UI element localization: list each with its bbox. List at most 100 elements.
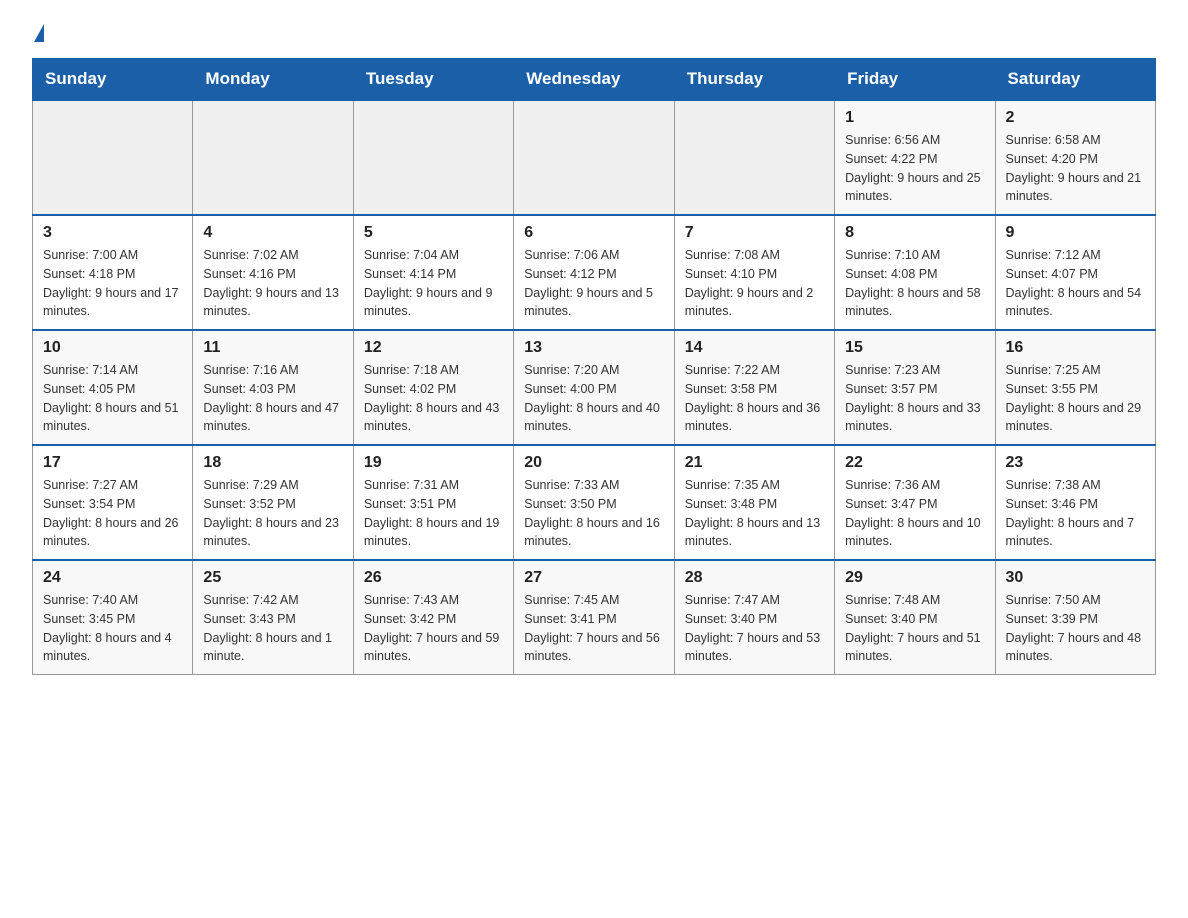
calendar-cell [353, 100, 513, 215]
day-number: 28 [685, 569, 824, 587]
calendar-cell: 29 Sunrise: 7:48 AMSunset: 3:40 PMDayligh… [835, 560, 995, 675]
calendar-week-row: 24 Sunrise: 7:40 AMSunset: 3:45 PMDayligh… [33, 560, 1156, 675]
day-info: Sunrise: 7:48 AMSunset: 3:40 PMDaylight:… [845, 591, 984, 666]
weekday-header-monday: Monday [193, 59, 353, 101]
day-info: Sunrise: 7:08 AMSunset: 4:10 PMDaylight:… [685, 246, 824, 321]
day-info: Sunrise: 7:47 AMSunset: 3:40 PMDaylight:… [685, 591, 824, 666]
weekday-header-row: SundayMondayTuesdayWednesdayThursdayFrid… [33, 59, 1156, 101]
day-number: 26 [364, 569, 503, 587]
calendar-week-row: 17 Sunrise: 7:27 AMSunset: 3:54 PMDayligh… [33, 445, 1156, 560]
calendar-cell: 16 Sunrise: 7:25 AMSunset: 3:55 PMDayligh… [995, 330, 1155, 445]
page-header [32, 24, 1156, 42]
day-info: Sunrise: 7:22 AMSunset: 3:58 PMDaylight:… [685, 361, 824, 436]
calendar-cell: 22Sunrise: 7:36 AMSunset: 3:47 PMDayligh… [835, 445, 995, 560]
calendar-cell: 9 Sunrise: 7:12 AMSunset: 4:07 PMDaylight… [995, 215, 1155, 330]
day-info: Sunrise: 7:50 AMSunset: 3:39 PMDaylight:… [1006, 591, 1145, 666]
calendar-cell: 19 Sunrise: 7:31 AMSunset: 3:51 PMDayligh… [353, 445, 513, 560]
day-info: Sunrise: 7:31 AMSunset: 3:51 PMDaylight:… [364, 476, 503, 551]
day-info: Sunrise: 7:12 AMSunset: 4:07 PMDaylight:… [1006, 246, 1145, 321]
day-info: Sunrise: 7:00 AMSunset: 4:18 PMDaylight:… [43, 246, 182, 321]
day-info: Sunrise: 7:43 AMSunset: 3:42 PMDaylight:… [364, 591, 503, 666]
day-number: 6 [524, 224, 663, 242]
day-number: 4 [203, 224, 342, 242]
calendar-cell [674, 100, 834, 215]
weekday-header-saturday: Saturday [995, 59, 1155, 101]
calendar-cell [514, 100, 674, 215]
day-number: 30 [1006, 569, 1145, 587]
day-number: 15 [845, 339, 984, 357]
day-info: Sunrise: 7:18 AMSunset: 4:02 PMDaylight:… [364, 361, 503, 436]
day-number: 1 [845, 109, 984, 127]
day-number: 25 [203, 569, 342, 587]
calendar-cell: 11 Sunrise: 7:16 AMSunset: 4:03 PMDayligh… [193, 330, 353, 445]
calendar-week-row: 1 Sunrise: 6:56 AMSunset: 4:22 PMDaylight… [33, 100, 1156, 215]
day-info: Sunrise: 7:14 AMSunset: 4:05 PMDaylight:… [43, 361, 182, 436]
logo [32, 24, 44, 42]
calendar-table: SundayMondayTuesdayWednesdayThursdayFrid… [32, 58, 1156, 675]
calendar-cell: 25Sunrise: 7:42 AMSunset: 3:43 PMDayligh… [193, 560, 353, 675]
calendar-cell: 30 Sunrise: 7:50 AMSunset: 3:39 PMDayligh… [995, 560, 1155, 675]
day-number: 22 [845, 454, 984, 472]
calendar-cell: 24 Sunrise: 7:40 AMSunset: 3:45 PMDayligh… [33, 560, 193, 675]
weekday-header-sunday: Sunday [33, 59, 193, 101]
day-number: 9 [1006, 224, 1145, 242]
calendar-cell: 26 Sunrise: 7:43 AMSunset: 3:42 PMDayligh… [353, 560, 513, 675]
calendar-cell: 28 Sunrise: 7:47 AMSunset: 3:40 PMDayligh… [674, 560, 834, 675]
day-info: Sunrise: 7:06 AMSunset: 4:12 PMDaylight:… [524, 246, 663, 321]
day-info: Sunrise: 7:25 AMSunset: 3:55 PMDaylight:… [1006, 361, 1145, 436]
day-info: Sunrise: 7:33 AMSunset: 3:50 PMDaylight:… [524, 476, 663, 551]
calendar-cell: 27Sunrise: 7:45 AMSunset: 3:41 PMDayligh… [514, 560, 674, 675]
day-info: Sunrise: 7:40 AMSunset: 3:45 PMDaylight:… [43, 591, 182, 666]
calendar-cell: 23Sunrise: 7:38 AMSunset: 3:46 PMDayligh… [995, 445, 1155, 560]
day-number: 8 [845, 224, 984, 242]
day-info: Sunrise: 6:56 AMSunset: 4:22 PMDaylight:… [845, 131, 984, 206]
calendar-cell: 18 Sunrise: 7:29 AMSunset: 3:52 PMDayligh… [193, 445, 353, 560]
day-info: Sunrise: 7:04 AMSunset: 4:14 PMDaylight:… [364, 246, 503, 321]
day-info: Sunrise: 7:45 AMSunset: 3:41 PMDaylight:… [524, 591, 663, 666]
calendar-cell: 20 Sunrise: 7:33 AMSunset: 3:50 PMDayligh… [514, 445, 674, 560]
day-number: 16 [1006, 339, 1145, 357]
calendar-cell: 21Sunrise: 7:35 AMSunset: 3:48 PMDayligh… [674, 445, 834, 560]
day-info: Sunrise: 7:29 AMSunset: 3:52 PMDaylight:… [203, 476, 342, 551]
weekday-header-thursday: Thursday [674, 59, 834, 101]
day-number: 19 [364, 454, 503, 472]
weekday-header-friday: Friday [835, 59, 995, 101]
calendar-cell: 10Sunrise: 7:14 AMSunset: 4:05 PMDayligh… [33, 330, 193, 445]
calendar-cell: 3 Sunrise: 7:00 AMSunset: 4:18 PMDaylight… [33, 215, 193, 330]
day-number: 13 [524, 339, 663, 357]
day-number: 20 [524, 454, 663, 472]
day-info: Sunrise: 7:10 AMSunset: 4:08 PMDaylight:… [845, 246, 984, 321]
calendar-cell: 4Sunrise: 7:02 AMSunset: 4:16 PMDaylight… [193, 215, 353, 330]
day-number: 23 [1006, 454, 1145, 472]
logo-triangle-icon [34, 24, 44, 42]
calendar-cell: 13 Sunrise: 7:20 AMSunset: 4:00 PMDayligh… [514, 330, 674, 445]
day-number: 7 [685, 224, 824, 242]
day-info: Sunrise: 7:16 AMSunset: 4:03 PMDaylight:… [203, 361, 342, 436]
day-number: 12 [364, 339, 503, 357]
calendar-cell [33, 100, 193, 215]
calendar-cell: 15 Sunrise: 7:23 AMSunset: 3:57 PMDayligh… [835, 330, 995, 445]
calendar-week-row: 10Sunrise: 7:14 AMSunset: 4:05 PMDayligh… [33, 330, 1156, 445]
calendar-cell: 8 Sunrise: 7:10 AMSunset: 4:08 PMDaylight… [835, 215, 995, 330]
calendar-cell: 6 Sunrise: 7:06 AMSunset: 4:12 PMDaylight… [514, 215, 674, 330]
day-number: 21 [685, 454, 824, 472]
day-number: 11 [203, 339, 342, 357]
day-number: 18 [203, 454, 342, 472]
calendar-cell: 12 Sunrise: 7:18 AMSunset: 4:02 PMDayligh… [353, 330, 513, 445]
day-number: 17 [43, 454, 182, 472]
weekday-header-wednesday: Wednesday [514, 59, 674, 101]
calendar-cell: 2Sunrise: 6:58 AMSunset: 4:20 PMDaylight… [995, 100, 1155, 215]
calendar-cell: 1 Sunrise: 6:56 AMSunset: 4:22 PMDaylight… [835, 100, 995, 215]
day-info: Sunrise: 7:20 AMSunset: 4:00 PMDaylight:… [524, 361, 663, 436]
day-number: 24 [43, 569, 182, 587]
calendar-cell: 14 Sunrise: 7:22 AMSunset: 3:58 PMDayligh… [674, 330, 834, 445]
calendar-cell: 7 Sunrise: 7:08 AMSunset: 4:10 PMDaylight… [674, 215, 834, 330]
day-number: 29 [845, 569, 984, 587]
day-info: Sunrise: 7:27 AMSunset: 3:54 PMDaylight:… [43, 476, 182, 551]
day-info: Sunrise: 7:23 AMSunset: 3:57 PMDaylight:… [845, 361, 984, 436]
weekday-header-tuesday: Tuesday [353, 59, 513, 101]
day-number: 14 [685, 339, 824, 357]
day-number: 2 [1006, 109, 1145, 127]
calendar-cell [193, 100, 353, 215]
day-number: 3 [43, 224, 182, 242]
